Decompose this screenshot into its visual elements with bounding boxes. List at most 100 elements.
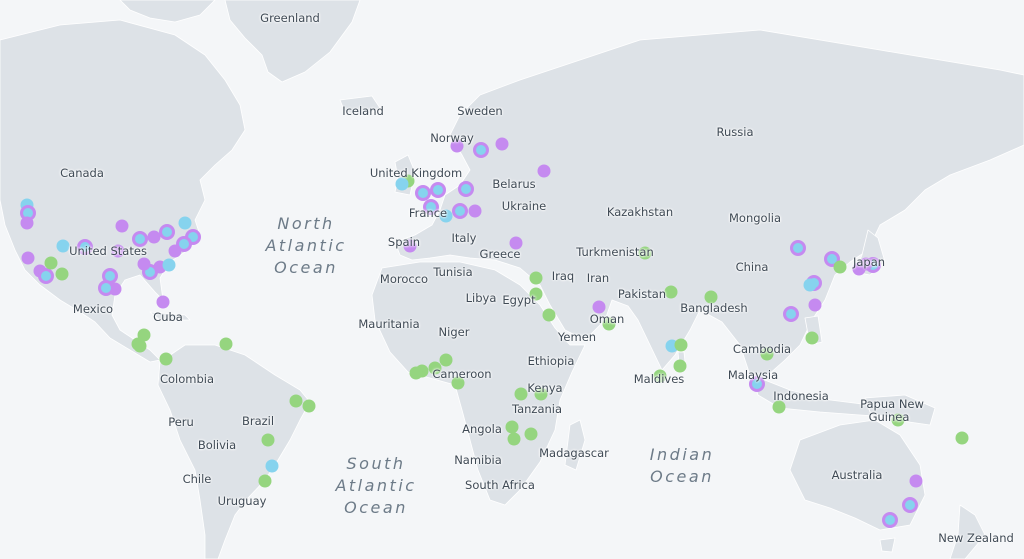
label-south-africa: South Africa [465,478,535,492]
label-yemen: Yemen [557,330,597,344]
label-mexico: Mexico [72,302,114,316]
label-mongolia: Mongolia [728,211,782,225]
green-marker[interactable] [258,474,272,488]
label-oman: Oman [589,312,625,326]
label-guinea: Guinea [868,410,910,424]
label-sweden: Sweden [457,104,503,118]
label-tunisia: Tunisia [433,265,473,279]
ring-marker[interactable] [882,512,898,528]
label-kenya: Kenya [527,381,563,395]
label-new-zealand: New Zealand [938,531,1014,545]
blue-marker[interactable] [803,278,817,292]
green-marker[interactable] [805,331,819,345]
label-norway: Norway [430,131,474,145]
label-iraq: Iraq [551,269,575,283]
label-madagascar: Madagascar [539,446,609,460]
label-canada: Canada [60,166,104,180]
label-spain: Spain [387,235,421,249]
purple-marker[interactable] [808,298,822,312]
green-marker[interactable] [261,433,275,447]
green-marker[interactable] [674,338,688,352]
purple-marker[interactable] [468,204,482,218]
label-indian-ocean: Indian Ocean [649,445,715,486]
ring-marker[interactable] [452,203,468,219]
label-italy: Italy [451,231,477,245]
ring-marker[interactable] [458,181,474,197]
ring-marker[interactable] [159,224,175,240]
label-north-atlantic-ocean: North Atlantic Ocean [265,214,347,277]
label-bangladesh: Bangladesh [680,301,748,315]
green-marker[interactable] [505,420,519,434]
green-marker[interactable] [529,271,543,285]
purple-marker[interactable] [168,244,182,258]
purple-marker[interactable] [156,295,170,309]
green-marker[interactable] [159,352,173,366]
purple-marker[interactable] [137,257,151,271]
label-united: United Kingdom [369,166,463,180]
label-uruguay: Uruguay [217,494,267,508]
label-japan: Japan [852,255,886,269]
green-marker[interactable] [673,359,687,373]
label-chile: Chile [182,472,212,486]
label-pakistan: Pakistan [617,287,667,301]
label-south-atlantic-ocean: South Atlantic Ocean [335,454,417,517]
label-cuba: Cuba [153,310,183,324]
purple-marker[interactable] [20,216,34,230]
green-marker[interactable] [439,353,453,367]
blue-marker[interactable] [56,239,70,253]
ring-marker[interactable] [473,142,489,158]
green-marker[interactable] [542,308,556,322]
purple-marker[interactable] [537,164,551,178]
green-marker[interactable] [524,427,538,441]
label-greece: Greece [479,247,521,261]
green-marker[interactable] [409,366,423,380]
label-egypt: Egypt [502,293,536,307]
blue-marker[interactable] [162,258,176,272]
green-marker[interactable] [514,387,528,401]
green-marker[interactable] [833,260,847,274]
label-indonesia: Indonesia [773,389,829,403]
label-angola: Angola [462,422,502,436]
label-malaysia: Malaysia [727,368,779,382]
label-niger: Niger [438,325,470,339]
ring-marker[interactable] [902,497,918,513]
purple-marker[interactable] [115,219,129,233]
label-namibia: Namibia [454,453,502,467]
label-greenland: Greenland [260,11,320,25]
label-ukraine: Ukraine [501,199,547,213]
ring-marker[interactable] [38,268,54,284]
label-australia: Australia [831,468,883,482]
blue-marker[interactable] [265,459,279,473]
ring-marker[interactable] [98,280,114,296]
ring-marker[interactable] [430,182,446,198]
green-marker[interactable] [55,267,69,281]
label-colombia: Colombia [159,372,215,386]
green-marker[interactable] [507,432,521,446]
label-maldives: Maldives [633,372,685,386]
label-france: France [408,206,448,220]
green-marker[interactable] [302,399,316,413]
purple-marker[interactable] [147,230,161,244]
label-bolivia: Bolivia [197,438,237,452]
purple-marker[interactable] [21,251,35,265]
green-marker[interactable] [133,339,147,353]
label-iran: Iran [586,271,610,285]
green-marker[interactable] [664,285,678,299]
purple-marker[interactable] [495,137,509,151]
green-marker[interactable] [955,431,969,445]
ring-marker[interactable] [790,240,806,256]
green-marker[interactable] [44,256,58,270]
ring-marker[interactable] [415,185,431,201]
label-china: China [735,260,769,274]
green-marker[interactable] [289,394,303,408]
green-marker[interactable] [219,337,233,351]
label-kazakhstan: Kazakhstan [606,205,674,219]
ring-marker[interactable] [783,306,799,322]
label-ethiopia: Ethiopia [527,354,575,368]
blue-marker[interactable] [178,216,192,230]
world-map[interactable]: Greenland Iceland Sweden Norway Russia C… [0,0,1024,559]
tasmania-shape [879,537,896,553]
label-iceland: Iceland [342,104,384,118]
label-russia: Russia [716,125,754,139]
purple-marker[interactable] [909,474,923,488]
